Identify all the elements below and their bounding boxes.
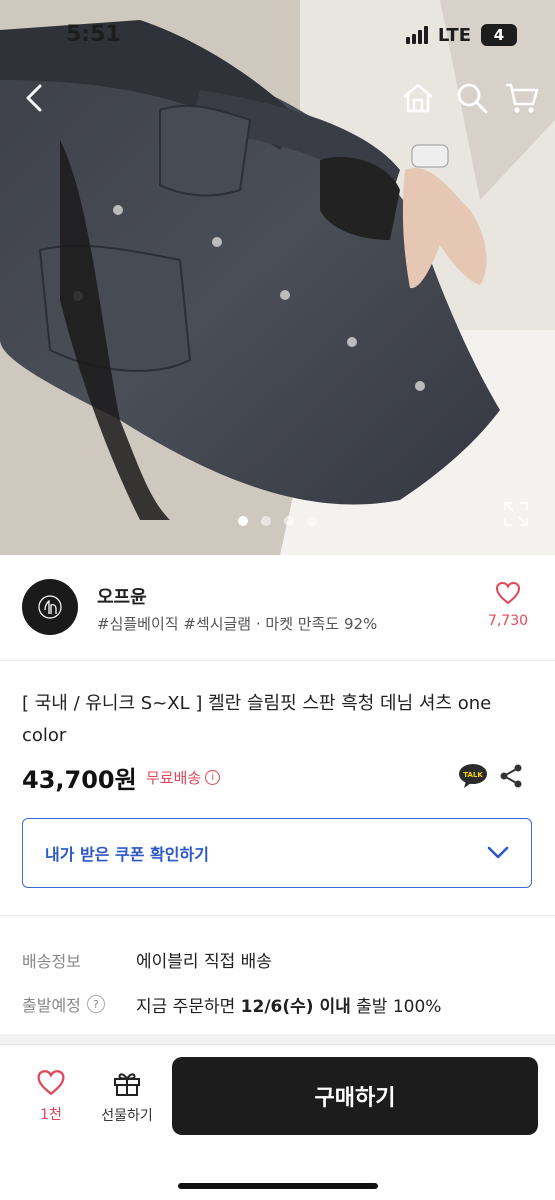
departure-prefix: 지금 주문하면 [136, 997, 241, 1017]
gift-button[interactable]: 선물하기 [92, 1069, 162, 1125]
carousel-dot [284, 516, 294, 526]
product-like-button[interactable]: 1천 [24, 1069, 78, 1124]
heart-icon [495, 581, 521, 605]
free-shipping-badge[interactable]: 무료배송 i [146, 767, 221, 788]
departure-date: 12/6(수) 이내 [240, 997, 351, 1017]
search-icon[interactable] [452, 78, 492, 118]
product-image-carousel[interactable]: 5:51 LTE 4 [0, 0, 555, 555]
shipping-info-label-text: 배송정보 [22, 952, 81, 971]
share-icon[interactable] [498, 763, 524, 789]
departure-label-text: 출발예정 [22, 996, 81, 1015]
info-icon: i [205, 770, 221, 785]
seller-tags: #심플베이직 #섹시글램 · 마켓 만족도 92% [97, 615, 378, 633]
gift-label: 선물하기 [101, 1108, 153, 1124]
help-icon[interactable]: ? [86, 995, 105, 1013]
product-price: 43,700원 [22, 766, 137, 794]
status-bar: 5:51 LTE 4 [0, 0, 555, 70]
cart-icon[interactable] [502, 78, 542, 118]
back-icon[interactable] [16, 78, 56, 118]
status-time: 5:51 [66, 22, 121, 47]
talk-label: TALK [463, 771, 483, 779]
coupon-check-button[interactable]: 내가 받은 쿠폰 확인하기 [22, 818, 532, 888]
network-label: LTE [437, 24, 471, 46]
carousel-dot [238, 516, 248, 526]
seller-logo [38, 595, 62, 619]
heart-icon [37, 1070, 65, 1096]
carousel-dot [307, 516, 317, 526]
carousel-dot [261, 516, 271, 526]
section-separator [0, 1034, 555, 1044]
product-title: [ 국내 / 유니크 S~XL ] 켈란 슬림핏 스판 흑청 데님 셔츠 one… [22, 693, 492, 746]
buy-button[interactable]: 구매하기 [172, 1057, 538, 1135]
seller-avatar[interactable] [22, 579, 78, 635]
kakao-talk-icon[interactable]: TALK [458, 763, 488, 789]
section-divider [0, 915, 555, 916]
seller-like-count: 7,730 [487, 613, 529, 629]
battery-indicator: 4 [481, 24, 517, 46]
seller-section[interactable]: 오프윤 #심플베이직 #섹시글램 · 마켓 만족도 92% 7,730 [0, 555, 555, 661]
signal-icon [405, 26, 428, 44]
seller-name[interactable]: 오프윤 [97, 583, 147, 609]
bottom-action-bar: 1천 선물하기 구매하기 [0, 1044, 555, 1200]
departure-suffix: 출발 100% [350, 997, 442, 1017]
home-icon[interactable] [398, 78, 438, 118]
departure-label: 출발예정 ? [22, 992, 105, 1016]
departure-value: 지금 주문하면 12/6(수) 이내 출발 100% [136, 992, 441, 1017]
shipping-info-value: 에이블리 직접 배송 [136, 952, 272, 972]
expand-icon[interactable] [502, 500, 530, 528]
shipping-info-label: 배송정보 [22, 948, 81, 972]
seller-like-button[interactable]: 7,730 [483, 581, 533, 629]
product-like-count: 1천 [40, 1107, 62, 1123]
chevron-down-icon [487, 846, 509, 859]
free-shipping-label: 무료배송 [146, 769, 202, 787]
carousel-indicator [0, 516, 555, 526]
coupon-label: 내가 받은 쿠폰 확인하기 [45, 845, 209, 864]
home-indicator [178, 1183, 378, 1189]
gift-icon [114, 1073, 140, 1096]
